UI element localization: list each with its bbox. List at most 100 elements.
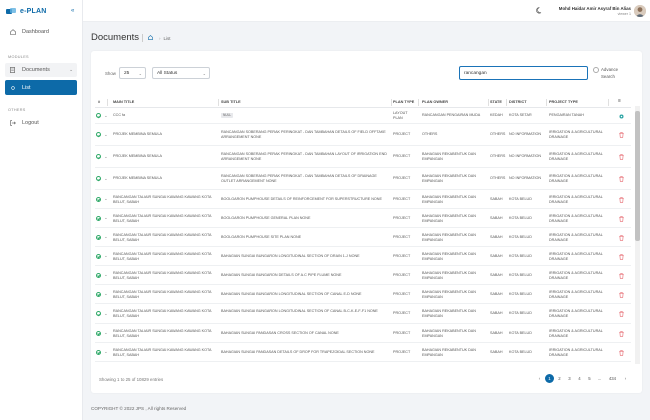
status-check-icon[interactable] (96, 253, 101, 259)
cell-project-type: IRRIGATION & AGRICULTURAL DRAINAGE (549, 347, 603, 357)
chevron-down-icon[interactable]: ⌄ (104, 291, 108, 297)
status-check-icon[interactable] (96, 330, 101, 336)
sidebar-item-label: Dashboard (22, 29, 49, 35)
sidebar-item-list[interactable]: List (5, 80, 77, 95)
cell-plan-owner: BAHAGIAN REKABENTUK DAN EMPANGAN (422, 232, 476, 242)
column-header-plan-type[interactable]: PLAN TYPE (393, 100, 414, 104)
chevron-down-icon[interactable]: ⌄ (104, 176, 108, 182)
trash-icon[interactable] (619, 234, 624, 242)
chevron-down-icon[interactable]: ⌄ (104, 349, 108, 355)
status-check-icon[interactable] (96, 196, 101, 202)
brand[interactable]: e-PLAN (0, 0, 82, 22)
status-check-icon[interactable] (96, 176, 101, 181)
trash-icon[interactable] (619, 311, 624, 318)
table-row[interactable]: ⌄ PROJEK MEMBINA SEMULA RANCANGAN SOBERANG… (95, 124, 631, 146)
advance-search-checkbox[interactable] (593, 67, 599, 73)
trash-icon[interactable] (619, 330, 624, 338)
status-check-icon[interactable] (96, 132, 101, 137)
status-check-icon[interactable] (96, 272, 101, 278)
table-row[interactable]: ⌄ RANCANGAN TALIAIR SUNGAI KAWANG KAWANG … (95, 190, 631, 209)
sub-title-text: BAHAGIAN SUNGAI PANDASAN DETAILS OF DROP… (221, 349, 375, 354)
chevron-down-icon[interactable]: ⌄ (104, 154, 108, 160)
scrollbar-thumb[interactable] (635, 111, 640, 241)
sidebar-item-dashboard[interactable]: Dashboard (5, 25, 77, 39)
chevron-down-icon[interactable]: ⌄ (104, 196, 108, 202)
status-check-icon[interactable] (96, 234, 101, 240)
cell-district: KOTA BELUD (509, 215, 532, 220)
status-check-icon[interactable] (96, 215, 101, 221)
chevron-down-icon[interactable]: ⌄ (104, 113, 108, 119)
column-header-state[interactable]: STATE (490, 100, 502, 104)
status-check-icon[interactable] (96, 154, 101, 159)
user-name[interactable]: Mohd Haidar Amir Asyraf Bin Alias (559, 6, 631, 11)
chevron-down-icon[interactable]: ⌄ (104, 272, 108, 278)
trash-icon[interactable] (619, 291, 624, 299)
pagination-page[interactable]: 4 (575, 374, 584, 383)
column-header-plan-owner[interactable]: PLAN OWNER (422, 100, 448, 104)
column-header-index[interactable]: # (98, 100, 100, 104)
pagination-prev-icon[interactable]: ‹ (535, 374, 544, 383)
chevron-right-icon: › (159, 35, 161, 41)
search-input[interactable]: rancangan (459, 66, 588, 80)
chevron-down-icon[interactable]: ⌄ (104, 330, 108, 336)
cell-plan-type: PROJECT (393, 311, 411, 316)
home-icon[interactable] (148, 35, 153, 41)
sidebar-item-documents[interactable]: Documents ⌄ (5, 63, 77, 77)
column-header-main-title[interactable]: MAIN TITLE (113, 100, 134, 104)
table-row[interactable]: ⌄ RANCANGAN TALIAIR SUNGAI KAWANG KAWANG … (95, 266, 631, 285)
status-check-icon[interactable] (96, 113, 101, 118)
sidebar-item-logout[interactable]: Logout (5, 116, 77, 130)
status-check-icon[interactable] (96, 311, 101, 316)
column-header-project-type[interactable]: PROJECT TYPE (549, 100, 578, 104)
pagination-page[interactable]: 5 (585, 374, 594, 383)
table-body: ⌄ CCC fa NULL LAYOUT PLAN RANCANGAN PENGAIRA… (95, 108, 631, 362)
trash-icon[interactable] (619, 349, 624, 357)
trash-icon[interactable] (619, 253, 624, 261)
table-row[interactable]: ⌄ RANCANGAN TALIAIR SUNGAI KAWANG KAWANG … (95, 304, 631, 324)
pagination-next-icon[interactable]: › (621, 374, 630, 383)
eye-icon[interactable] (619, 114, 624, 120)
collapse-sidebar-icon[interactable]: « (71, 8, 74, 14)
table-row[interactable]: ⌄ RANCANGAN TALIAIR SUNGAI KAWANG KAWANG … (95, 343, 631, 362)
cell-project-type: IRRIGATION & AGRICULTURAL DRAINAGE (549, 309, 603, 319)
table-row[interactable]: ⌄ RANCANGAN TALIAIR SUNGAI KAWANG KAWANG … (95, 247, 631, 266)
table-header: # MAIN TITLE SUB TITLE PLAN TYPE PLAN OW… (95, 97, 631, 108)
avatar[interactable] (634, 5, 646, 17)
page-size-select[interactable]: 25 ⌄ (119, 67, 146, 79)
cell-plan-type: PROJECT (393, 349, 411, 354)
status-check-icon[interactable] (96, 291, 101, 297)
menu-icon[interactable]: ≡ (618, 98, 621, 104)
table-row[interactable]: ⌄ CCC fa NULL LAYOUT PLAN RANCANGAN PENGAIRA… (95, 108, 631, 124)
column-header-sub-title[interactable]: SUB TITLE (221, 100, 241, 104)
cell-main-title: PROJEK MEMBINA SEMULA (113, 154, 162, 159)
trash-icon[interactable] (619, 215, 624, 223)
moon-icon[interactable] (536, 7, 543, 16)
trash-icon[interactable] (619, 154, 624, 161)
column-header-district[interactable]: DISTRICT (509, 100, 527, 104)
table-row[interactable]: ⌄ RANCANGAN TALIAIR SUNGAI KAWANG KAWANG … (95, 285, 631, 304)
cell-project-type: IRRIGATION & AGRICULTURAL DRAINAGE (549, 328, 603, 338)
trash-icon[interactable] (619, 196, 624, 204)
table-row[interactable]: ⌄ RANCANGAN TALIAIR SUNGAI KAWANG KAWANG … (95, 209, 631, 228)
chevron-down-icon[interactable]: ⌄ (104, 311, 108, 317)
pagination-page[interactable]: 434 (605, 374, 620, 383)
cell-plan-owner: OTHERS (422, 132, 438, 137)
table-row[interactable]: ⌄ RANCANGAN TALIAIR SUNGAI KAWANG KAWANG … (95, 228, 631, 247)
cell-state: SABAH (490, 234, 503, 239)
status-check-icon[interactable] (96, 349, 101, 355)
trash-icon[interactable] (619, 272, 624, 280)
pagination-page[interactable]: 1 (545, 374, 554, 383)
chevron-down-icon[interactable]: ⌄ (104, 253, 108, 259)
trash-icon[interactable] (619, 176, 624, 183)
chevron-down-icon[interactable]: ⌄ (104, 215, 108, 221)
status-filter-select[interactable]: All Status ⌄ (152, 67, 210, 79)
table-row[interactable]: ⌄ RANCANGAN TALIAIR SUNGAI KAWANG KAWANG … (95, 324, 631, 343)
table-row[interactable]: ⌄ PROJEK MEMBINA SEMULA RANCANGAN SOBERANG… (95, 146, 631, 168)
cell-state: SABAH (490, 196, 503, 201)
trash-icon[interactable] (619, 132, 624, 139)
pagination-page[interactable]: 3 (565, 374, 574, 383)
chevron-down-icon[interactable]: ⌄ (104, 132, 108, 138)
pagination-page[interactable]: 2 (555, 374, 564, 383)
chevron-down-icon[interactable]: ⌄ (104, 234, 108, 240)
table-row[interactable]: ⌄ PROJEK MEMBINA SEMULA RANCANGAN SOBERANG… (95, 168, 631, 190)
